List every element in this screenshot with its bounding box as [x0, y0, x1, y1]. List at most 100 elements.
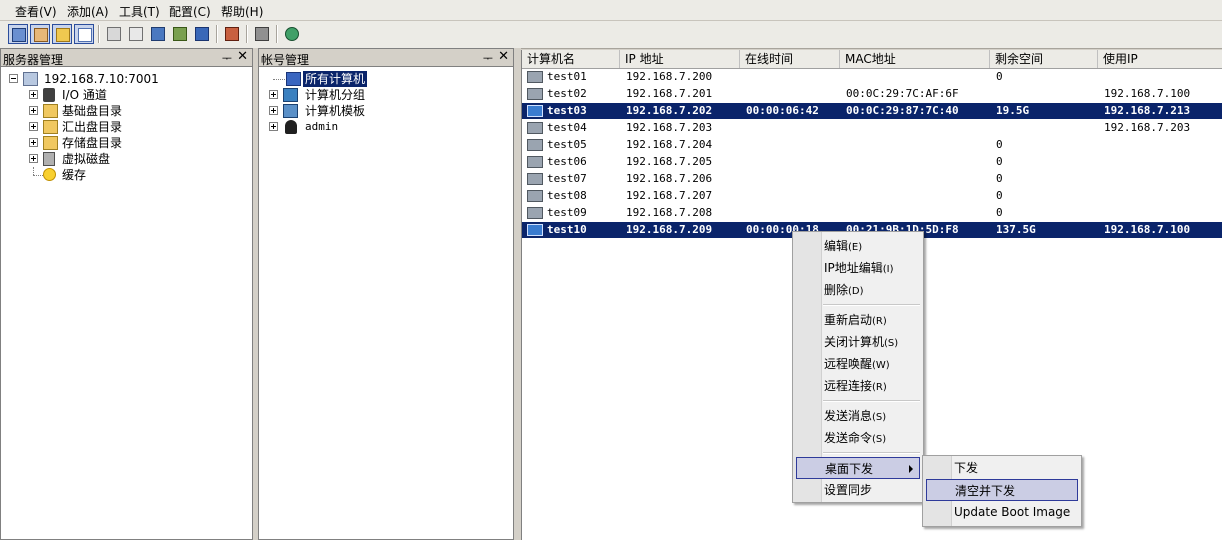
column-header-mac[interactable]: MAC地址: [840, 50, 990, 68]
expand-icon[interactable]: [29, 106, 38, 115]
cell-use-ip: 192.168.7.203: [1104, 121, 1191, 134]
add-group-button[interactable]: [192, 24, 212, 44]
table-row[interactable]: test02 192.168.7.201 00:0C:29:7C:AF:6F 192.…: [522, 86, 1222, 102]
tree-label: 缓存: [62, 168, 87, 182]
menu-item-send-command[interactable]: 发送命令(S): [796, 427, 920, 449]
table-row[interactable]: test08 192.168.7.207 0: [522, 188, 1222, 204]
view-log-button[interactable]: [74, 24, 94, 44]
cell-name: test01: [547, 70, 587, 83]
tree-label: I/O 通道: [62, 88, 107, 102]
cell-use-ip: 192.168.7.100: [1104, 223, 1191, 236]
table-row[interactable]: test05 192.168.7.204 0: [522, 137, 1222, 153]
calculator-button[interactable]: [222, 24, 242, 44]
cell-ip: 192.168.7.207: [626, 189, 713, 202]
computer-icon: [527, 207, 543, 219]
cell-name: test09: [547, 206, 587, 219]
menu-item-wake[interactable]: 远程唤醒(W): [796, 353, 920, 375]
submenu-arrow-icon: [909, 465, 913, 473]
cell-name: test05: [547, 138, 587, 151]
add-user-button[interactable]: [170, 24, 190, 44]
menu-item-desktop-deploy[interactable]: 桌面下发: [796, 457, 920, 479]
menu-item-remote-connect[interactable]: 远程连接(R): [796, 375, 920, 397]
menu-config[interactable]: 配置(C): [169, 3, 211, 20]
add-file-icon: [129, 27, 143, 41]
server-tree: 192.168.7.10:7001 I/O 通道 基础盘目录 汇出盘目录 存储盘…: [1, 71, 251, 211]
cell-name: test10: [547, 223, 587, 236]
expand-icon[interactable]: [29, 138, 38, 147]
computer-icon: [527, 122, 543, 134]
server-panel-titlebar: 服务器管理 ᅮ ✕: [1, 49, 252, 67]
submenu-item-clear-and-deploy[interactable]: 清空并下发: [926, 479, 1078, 501]
cell-free: 0: [996, 138, 1003, 151]
close-icon[interactable]: ✕: [237, 49, 248, 64]
expand-icon[interactable]: [269, 90, 278, 99]
computer-icon: [527, 71, 543, 83]
close-icon[interactable]: ✕: [498, 49, 509, 64]
expand-icon[interactable]: [29, 90, 38, 99]
add-computer-icon: [151, 27, 165, 41]
document-icon: [78, 28, 92, 42]
refresh-button[interactable]: [282, 24, 302, 44]
menu-tools[interactable]: 工具(T): [119, 3, 160, 20]
view-disk-button[interactable]: [52, 24, 72, 44]
menu-help[interactable]: 帮助(H): [221, 3, 263, 20]
table-row[interactable]: test03 192.168.7.202 00:00:06:42 00:0C:29:8…: [522, 103, 1222, 119]
tree-label: 存储盘目录: [62, 136, 123, 150]
column-header-online-time[interactable]: 在线时间: [740, 50, 840, 68]
menu-bar: 查看(V) 添加(A) 工具(T) 配置(C) 帮助(H): [0, 0, 1222, 21]
table-row[interactable]: test01 192.168.7.200 0: [522, 69, 1222, 85]
expand-icon[interactable]: [269, 106, 278, 115]
column-header-free-space[interactable]: 剩余空间: [990, 50, 1098, 68]
menu-item-delete[interactable]: 删除(D): [796, 279, 920, 301]
menu-item-shutdown[interactable]: 关闭计算机(S): [796, 331, 920, 353]
column-header-ip[interactable]: IP 地址: [620, 50, 740, 68]
expand-icon[interactable]: [29, 122, 38, 131]
cell-ip: 192.168.7.203: [626, 121, 713, 134]
collapse-icon[interactable]: [9, 74, 18, 83]
add-disk-button[interactable]: [104, 24, 124, 44]
view-server-button[interactable]: [8, 24, 28, 44]
cell-free: 19.5G: [996, 104, 1030, 117]
expand-icon[interactable]: [29, 154, 38, 163]
account-panel-titlebar: 帐号管理 ᅮ ✕: [259, 49, 513, 67]
cache-icon: [43, 168, 56, 181]
menu-item-restart[interactable]: 重新启动(R): [796, 309, 920, 331]
settings-button[interactable]: [252, 24, 272, 44]
table-row[interactable]: test09 192.168.7.208 0: [522, 205, 1222, 221]
submenu-item-update-boot-image[interactable]: Update Boot Image: [926, 501, 1078, 523]
grid-icon: [12, 28, 26, 42]
splitter-right[interactable]: [514, 48, 521, 540]
column-header-name[interactable]: 计算机名: [522, 50, 620, 68]
cell-ip: 192.168.7.202: [626, 104, 713, 117]
menu-add[interactable]: 添加(A): [67, 3, 109, 20]
computer-icon: [527, 224, 543, 236]
menu-item-send-message[interactable]: 发送消息(S): [796, 405, 920, 427]
menu-item-ip-edit[interactable]: IP地址编辑(I): [796, 257, 920, 279]
cell-name: test03: [547, 104, 587, 117]
add-disk-icon: [107, 27, 121, 41]
computer-icon: [527, 88, 543, 100]
user-icon: [285, 120, 297, 134]
table-row[interactable]: test06 192.168.7.205 0: [522, 154, 1222, 170]
server-icon: [23, 72, 38, 86]
column-header-use-ip[interactable]: 使用IP: [1098, 50, 1222, 68]
add-computer-button[interactable]: [148, 24, 168, 44]
pin-icon[interactable]: ᅮ: [483, 50, 493, 66]
submenu-item-deploy[interactable]: 下发: [926, 457, 1078, 479]
cell-free: 0: [996, 70, 1003, 83]
table-row[interactable]: test04 192.168.7.203 192.168.7.203: [522, 120, 1222, 136]
cell-ip: 192.168.7.209: [626, 223, 713, 236]
add-file-button[interactable]: [126, 24, 146, 44]
table-row[interactable]: test07 192.168.7.206 0: [522, 171, 1222, 187]
tree-label: 虚拟磁盘: [62, 152, 111, 166]
menu-item-sync-settings[interactable]: 设置同步: [796, 479, 920, 501]
group-icon: [283, 88, 298, 102]
menu-item-edit[interactable]: 编辑(E): [796, 235, 920, 257]
io-channel-icon: [43, 88, 55, 102]
pin-icon[interactable]: ᅮ: [222, 50, 232, 66]
computer-icon: [527, 190, 543, 202]
cell-mac: 00:0C:29:87:7C:40: [846, 104, 959, 117]
expand-icon[interactable]: [269, 122, 278, 131]
menu-view[interactable]: 查看(V): [15, 3, 57, 20]
view-account-button[interactable]: [30, 24, 50, 44]
